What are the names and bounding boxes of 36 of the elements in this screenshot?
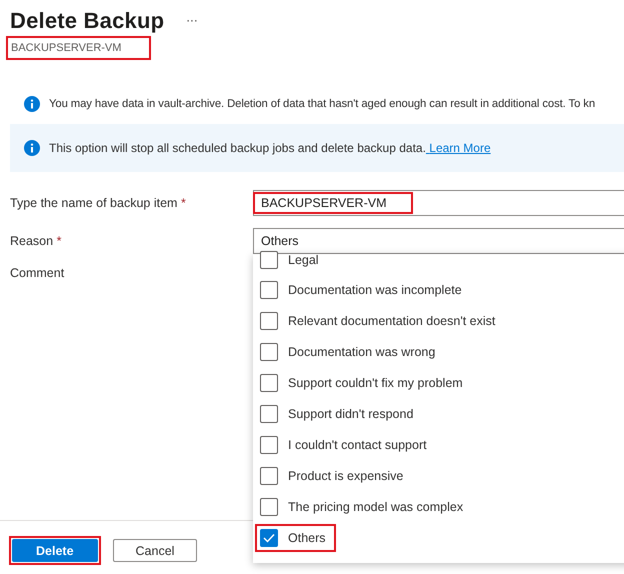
option-label[interactable]: Relevant documentation doesn't exist xyxy=(288,314,496,328)
checkbox[interactable] xyxy=(260,404,278,422)
more-options[interactable]: ··· xyxy=(186,14,198,28)
reason-dropdown[interactable]: Others xyxy=(253,228,624,254)
option-label[interactable]: Legal xyxy=(288,253,319,267)
checkbox[interactable] xyxy=(260,436,278,454)
checkbox[interactable] xyxy=(260,498,278,516)
notice-text: You may have data in vault-archive. Deletion of data that hasn't aged enough can result in additional cost. To kn xyxy=(49,98,596,110)
learn-more-link[interactable]: Learn More xyxy=(426,141,491,155)
option-label[interactable]: The pricing model was complex xyxy=(288,500,464,514)
field-value: BACKUPSERVER-VM xyxy=(253,192,412,214)
delete-button[interactable]: Delete xyxy=(12,539,98,562)
checkbox[interactable] xyxy=(260,251,278,269)
option-label[interactable]: Product is expensive xyxy=(288,468,404,482)
option-label[interactable]: Support didn't respond xyxy=(288,406,414,420)
field-label: Comment xyxy=(10,266,66,280)
checkbox[interactable] xyxy=(260,466,278,484)
checkbox[interactable] xyxy=(260,528,278,546)
checkbox[interactable] xyxy=(260,342,278,360)
checkbox[interactable] xyxy=(260,374,278,392)
option-label[interactable]: Support couldn't fix my problem xyxy=(288,376,463,390)
page-title: Delete Backup xyxy=(10,8,164,34)
option-label[interactable]: Documentation was wrong xyxy=(288,344,436,358)
cancel-button[interactable]: Cancel xyxy=(112,539,198,562)
field-label: Type the name of backup item * xyxy=(10,196,187,210)
input-field[interactable]: BACKUPSERVER-VM xyxy=(253,190,624,216)
checkbox[interactable] xyxy=(260,280,278,298)
info-icon xyxy=(24,96,40,112)
option-label[interactable]: Documentation was incomplete xyxy=(288,282,462,296)
field-label: Reason * xyxy=(10,234,62,248)
option-label[interactable]: I couldn't contact support xyxy=(288,438,427,452)
notice-text: This option will stop all scheduled backup jobs and delete backup data. Learn More xyxy=(49,141,491,155)
item-subtitle: BACKUPSERVER-VM xyxy=(6,36,152,60)
checkbox[interactable] xyxy=(260,312,278,330)
info-icon xyxy=(24,140,40,156)
checkmark-icon xyxy=(263,532,275,542)
